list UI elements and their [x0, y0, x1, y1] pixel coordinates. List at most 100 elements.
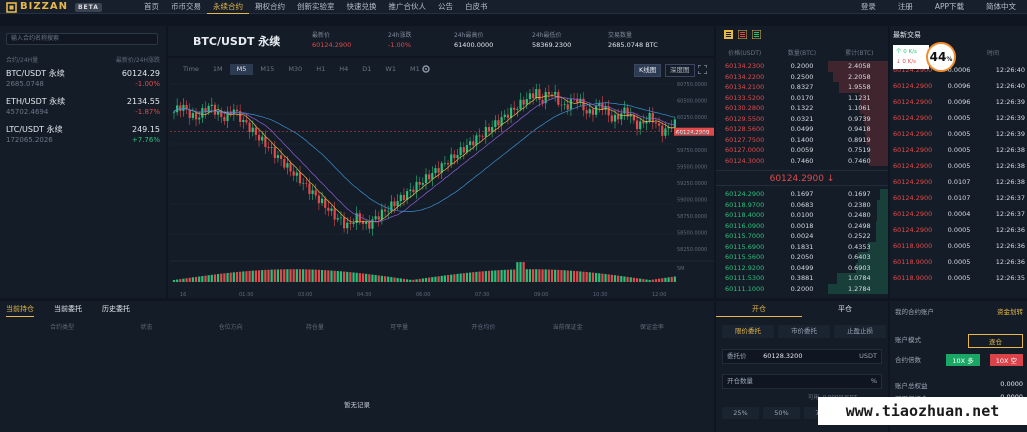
orderbook-cell: 60115.5600 [725, 253, 765, 261]
candle-body [639, 121, 642, 130]
brand-logo[interactable]: BIZZAN BETA [6, 0, 102, 14]
tab-close[interactable]: 平仓 [802, 301, 888, 317]
price-axis-label: 60250.0000 [677, 115, 707, 121]
settings-gear-icon[interactable] [421, 64, 431, 74]
market-row[interactable]: ETH/USDT 永续 2134.55 45702.4694 -1.87% [0, 94, 166, 122]
ask-row[interactable]: 60124.3000 0.7460 0.7460 [716, 155, 888, 166]
market-search-input[interactable]: 输入合约名称搜索 [6, 33, 158, 45]
ask-row[interactable]: 60130.2800 0.1322 1.1061 [716, 103, 888, 114]
book-both-icon[interactable] [724, 30, 733, 39]
ask-row[interactable]: 60128.5600 0.0499 0.9418 [716, 124, 888, 135]
candle-body [620, 113, 623, 120]
account-mode-row: 账户模式 逐仓 [895, 334, 1023, 348]
volume-bar [239, 271, 242, 282]
mode-select[interactable]: 逐仓 [968, 334, 1023, 348]
fullscreen-icon[interactable] [697, 64, 708, 75]
percent-button[interactable]: 50% [763, 407, 800, 419]
candlestick-chart[interactable]: 60124.290060750.000060500.000060250.0000… [170, 76, 714, 298]
bid-row[interactable]: 60118.4000 0.0100 0.2480 [716, 210, 888, 221]
candle-body [623, 107, 626, 114]
market-row[interactable]: LTC/USDT 永续 249.15 172065.2026 +7.76% [0, 122, 166, 150]
volume-bar [276, 269, 280, 282]
logo-icon [6, 1, 17, 13]
timeframe-8[interactable]: W1 [378, 64, 403, 75]
bid-row[interactable]: 60115.6900 0.1831 0.4353 [716, 241, 888, 252]
volume-bar [261, 270, 264, 282]
positions-tab-1[interactable]: 当前委托 [54, 304, 82, 317]
bid-row[interactable]: 60111.1000 0.2000 1.2784 [716, 283, 888, 294]
nav-item-8[interactable]: 白皮书 [459, 0, 494, 14]
ask-row[interactable]: 60133.5200 0.0170 1.1231 [716, 92, 888, 103]
market-row[interactable]: BTC/USDT 永续 60124.29 2685.0748 -1.00% [0, 66, 166, 94]
volume-bar [617, 275, 620, 282]
nav-item-0[interactable]: 首页 [138, 0, 165, 14]
bid-row[interactable]: 60118.9700 0.0683 0.2380 [716, 199, 888, 210]
candle-body [295, 172, 298, 176]
volume-bar [607, 274, 610, 282]
volume-bar [500, 269, 503, 282]
positions-tab-0[interactable]: 当前持仓 [6, 304, 34, 317]
ask-row[interactable]: 60127.7500 0.1400 0.8919 [716, 134, 888, 145]
nav-item-7[interactable]: 公告 [432, 0, 459, 14]
candle-body [453, 154, 456, 159]
top-right-item-2[interactable]: APP下载 [924, 0, 975, 14]
book-sell-icon[interactable] [738, 30, 747, 39]
timeframe-6[interactable]: H4 [332, 64, 355, 75]
ask-row[interactable]: 60134.2100 0.8327 1.9558 [716, 82, 888, 93]
price-axis-label: 59500.0000 [677, 165, 707, 171]
nav-item-1[interactable]: 币币交易 [165, 0, 207, 14]
timeframe-1[interactable]: 1M [206, 64, 230, 75]
candle-body [276, 155, 280, 159]
leverage-long-button[interactable]: 10X 多 [946, 354, 980, 366]
positions-tab-2[interactable]: 历史委托 [102, 304, 130, 317]
tab-open[interactable]: 开仓 [716, 301, 802, 317]
market-pair-name: LTC/USDT 永续 [6, 125, 63, 134]
tab-stop-order[interactable]: 止盈止损 [834, 325, 886, 338]
nav-item-6[interactable]: 推广合伙人 [383, 0, 433, 14]
timeframe-3[interactable]: M15 [253, 64, 281, 75]
book-buy-icon[interactable] [752, 30, 761, 39]
price-field[interactable]: 委托价 60128.3200 USDT [722, 349, 882, 364]
timeframe-2[interactable]: M5 [229, 64, 254, 75]
timeframe-0[interactable]: Time [176, 64, 206, 75]
trade-row: 60124.2900 0.0005 12:26:36 [893, 222, 1025, 238]
download-speed: ↓ 0 K/s [896, 59, 916, 65]
price-label: 委托价 [727, 352, 747, 360]
timeframe-5[interactable]: H1 [309, 64, 332, 75]
bid-row[interactable]: 60116.0900 0.0018 0.2498 [716, 220, 888, 231]
timeframe-7[interactable]: D1 [355, 64, 378, 75]
moving-average-line [173, 95, 675, 223]
timeframe-4[interactable]: M30 [281, 64, 309, 75]
volume-bar [475, 271, 478, 282]
market-price: 60124.29 [121, 69, 160, 78]
trade-row: 60118.9000 0.0005 12:26:36 [893, 238, 1025, 254]
ask-row[interactable]: 60134.2200 0.2500 2.2058 [716, 71, 888, 82]
candle-body [563, 104, 566, 105]
nav-item-3[interactable]: 期权合约 [249, 0, 291, 14]
ask-row[interactable]: 60134.2300 0.2000 2.4058 [716, 61, 888, 72]
ask-row[interactable]: 60129.5500 0.0321 0.9739 [716, 113, 888, 124]
transfer-link[interactable]: 资金划转 [997, 306, 1023, 316]
bid-row[interactable]: 60124.2900 0.1697 0.1697 [716, 189, 888, 200]
top-right-item-1[interactable]: 注册 [887, 0, 924, 14]
nav-item-2[interactable]: 永续合约 [207, 0, 249, 14]
bid-row[interactable]: 60111.5300 0.3881 1.0784 [716, 273, 888, 284]
price-unit: USDT [859, 352, 877, 360]
tab-market-order[interactable]: 市价委托 [778, 325, 830, 338]
bid-row[interactable]: 60115.7000 0.0024 0.2522 [716, 231, 888, 242]
volume-bar [314, 269, 317, 282]
tab-limit-order[interactable]: 限价委托 [722, 325, 774, 338]
amount-field[interactable]: 开仓数量 % [722, 374, 882, 389]
ask-row[interactable]: 60127.0000 0.0059 0.7519 [716, 145, 888, 156]
volume-bar [491, 270, 494, 282]
nav-item-5[interactable]: 快速兑换 [341, 0, 383, 14]
orderbook-cell: 60115.7000 [725, 232, 765, 240]
leverage-short-button[interactable]: 10X 空 [989, 354, 1023, 366]
top-right-item-3[interactable]: 简体中文 [975, 0, 1027, 14]
nav-item-4[interactable]: 创新实验室 [291, 0, 341, 14]
top-right-item-0[interactable]: 登录 [850, 0, 887, 14]
bid-row[interactable]: 60115.5600 0.2050 0.6403 [716, 252, 888, 263]
candle-body [538, 89, 541, 100]
percent-button[interactable]: 25% [722, 407, 759, 419]
bid-row[interactable]: 60112.9200 0.0499 0.6903 [716, 262, 888, 273]
